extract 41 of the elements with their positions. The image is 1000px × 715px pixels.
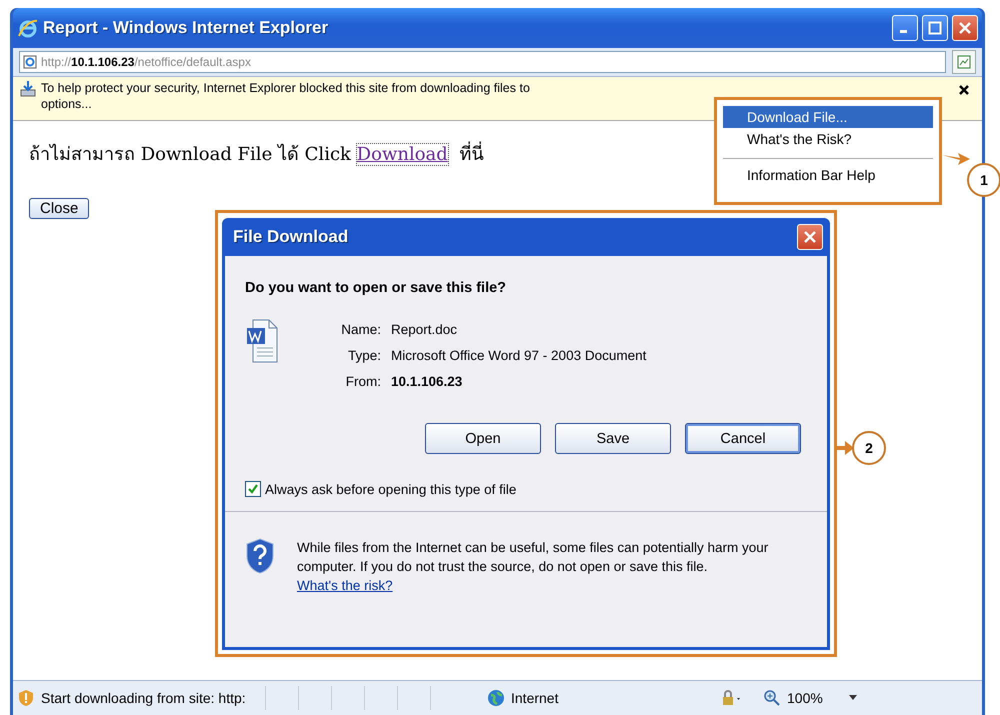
shield-question-icon — [245, 538, 275, 574]
chart-page-icon[interactable] — [956, 54, 972, 70]
zoom-icon[interactable] — [763, 689, 781, 707]
ie-logo-icon — [17, 17, 39, 39]
callout-arrow — [837, 440, 855, 456]
zone-text: Internet — [511, 690, 560, 706]
shield-warning-icon — [17, 689, 35, 707]
dropdown-arrow-icon[interactable] — [849, 695, 857, 701]
window-title: Report - Windows Internet Explorer — [43, 18, 330, 38]
dialog-title: File Download — [233, 227, 348, 247]
checkbox-label: Always ask before opening this type of file — [265, 482, 516, 496]
information-bar-text: To help protect your security, Internet Explorer blocked this site from downloading files to options... — [41, 80, 531, 112]
download-icon — [19, 80, 37, 98]
dialog-button[interactable]: Cancel — [685, 423, 801, 454]
status-text: Start downloading from site: http: — [41, 690, 247, 706]
download-instruction: ถ้าไม่สามารถ Download File ได้ Click Download ที่นี่ — [29, 139, 484, 168]
menu-item[interactable]: What's the Risk? — [723, 128, 933, 150]
address-field[interactable]: http://10.1.106.23/netoffice/default.aspx — [19, 51, 946, 73]
checkbox[interactable] — [245, 481, 261, 497]
field-value: Report.doc — [391, 322, 458, 337]
word-document-icon — [245, 318, 279, 364]
field-value: 10.1.106.23 — [391, 374, 464, 389]
field-label: From: — [344, 374, 381, 389]
menu-item[interactable]: Download File... — [723, 106, 933, 128]
callout-arrow — [942, 150, 972, 168]
risk-link[interactable]: What's the risk? — [297, 578, 393, 593]
close-icon[interactable] — [958, 84, 970, 96]
field-value: Microsoft Office Word 97 - 2003 Document — [391, 348, 646, 363]
dialog-button[interactable]: Open — [425, 423, 541, 454]
dialog-button[interactable]: Save — [555, 423, 671, 454]
dialog-question: Do you want to open or save this file? — [245, 280, 508, 296]
field-label: Type: — [346, 348, 381, 363]
field-label: Name: — [340, 322, 381, 337]
close-page-button[interactable]: Close — [29, 198, 90, 219]
zoom-level[interactable]: 100% — [787, 690, 843, 706]
menu-item[interactable]: Information Bar Help — [723, 158, 933, 186]
page-icon — [23, 55, 37, 69]
download-link[interactable]: Download — [356, 144, 448, 165]
globe-icon — [487, 689, 505, 707]
warning-text: While files from the Internet can be useful, some files can potentially harm your computer. If you do not trust the source, do not open or save this file. What's the risk? — [297, 539, 770, 595]
maximize-icon[interactable] — [928, 21, 942, 35]
